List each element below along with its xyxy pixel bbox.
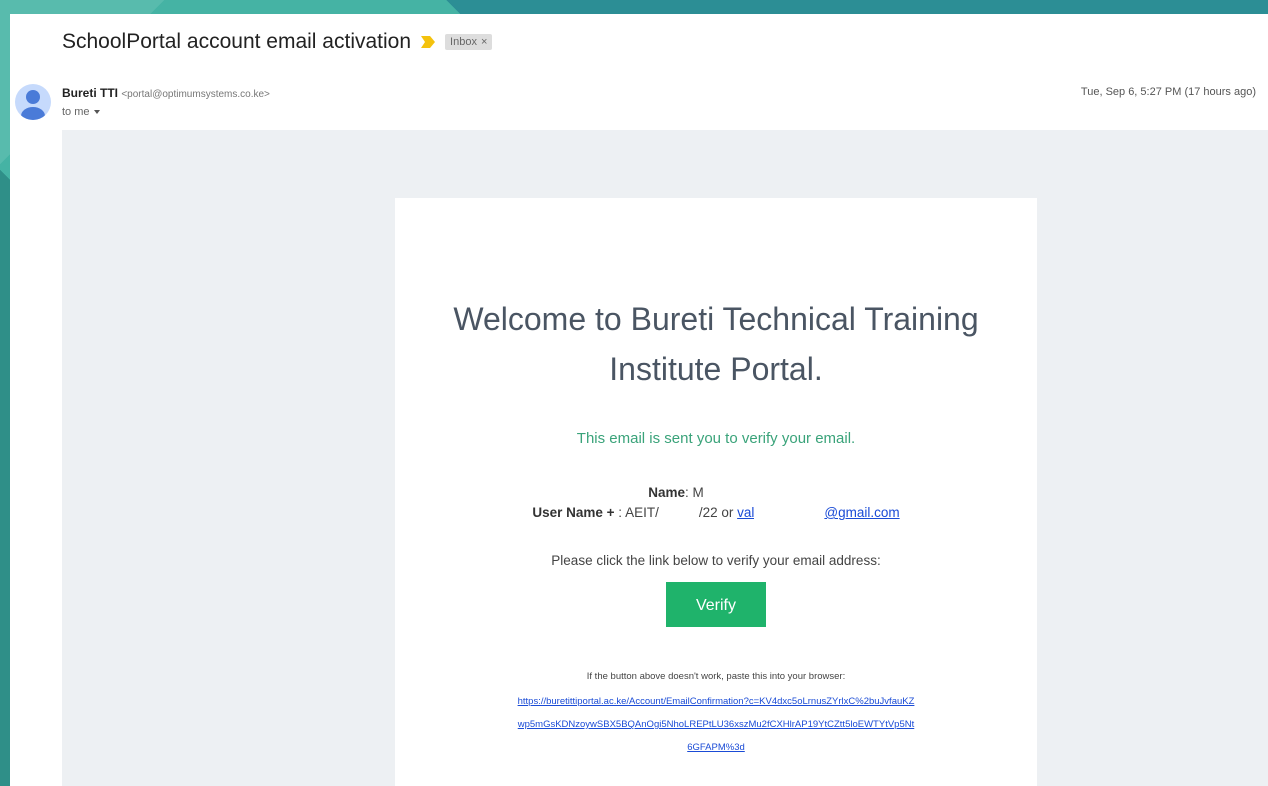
- recipient-text: to me: [62, 106, 90, 118]
- inbox-label-chip[interactable]: Inbox ×: [445, 34, 493, 50]
- fallback-instruction: If the button above doesn't work, paste …: [586, 671, 846, 682]
- email-view: SchoolPortal account email activation In…: [10, 14, 1268, 786]
- label-text: Inbox: [450, 36, 477, 48]
- email-subject: SchoolPortal account email activation: [62, 30, 412, 53]
- name-value: M: [692, 485, 704, 500]
- name-label: Name: [648, 485, 685, 500]
- default-avatar-icon[interactable]: [15, 84, 51, 120]
- name-row: Name: M: [395, 483, 1037, 503]
- verify-note: This email is sent you to verify your em…: [576, 430, 856, 447]
- redacted-block: [658, 503, 699, 523]
- remove-label-icon[interactable]: ×: [481, 36, 487, 48]
- subject-row: SchoolPortal account email activation In…: [62, 30, 493, 54]
- redacted-block: [703, 483, 784, 503]
- account-info: Name: M User Name + : AEIT/ /22 or val @…: [395, 483, 1037, 523]
- sender-name[interactable]: Bureti TTI: [62, 86, 118, 100]
- importance-marker-icon[interactable]: [421, 36, 436, 48]
- recipient-details-toggle[interactable]: to me: [62, 106, 100, 118]
- welcome-heading: Welcome to Bureti Technical Training Ins…: [453, 301, 979, 387]
- verification-link[interactable]: https://buretittiportal.ac.ke/Account/Em…: [516, 690, 916, 759]
- username-prefix: AEIT/: [625, 505, 659, 520]
- username-suffix: /22 or: [698, 505, 734, 520]
- email-address-link[interactable]: val @gmail.com: [737, 503, 900, 523]
- caret-down-icon[interactable]: [93, 110, 100, 114]
- verify-button[interactable]: Verify: [666, 582, 766, 627]
- email-card: Welcome to Bureti Technical Training Ins…: [395, 198, 1037, 786]
- sender-row: Bureti TTI <portal@optimumsystems.co.ke>: [62, 86, 270, 100]
- username-label: User Name +: [532, 505, 615, 520]
- sender-email: <portal@optimumsystems.co.ke>: [121, 89, 270, 100]
- verify-instruction: Please click the link below to verify yo…: [551, 553, 881, 568]
- email-body-background: Welcome to Bureti Technical Training Ins…: [62, 130, 1268, 786]
- email-timestamp: Tue, Sep 6, 5:27 PM (17 hours ago): [1080, 86, 1256, 98]
- username-row: User Name + : AEIT/ /22 or val @gmail.co…: [395, 503, 1037, 523]
